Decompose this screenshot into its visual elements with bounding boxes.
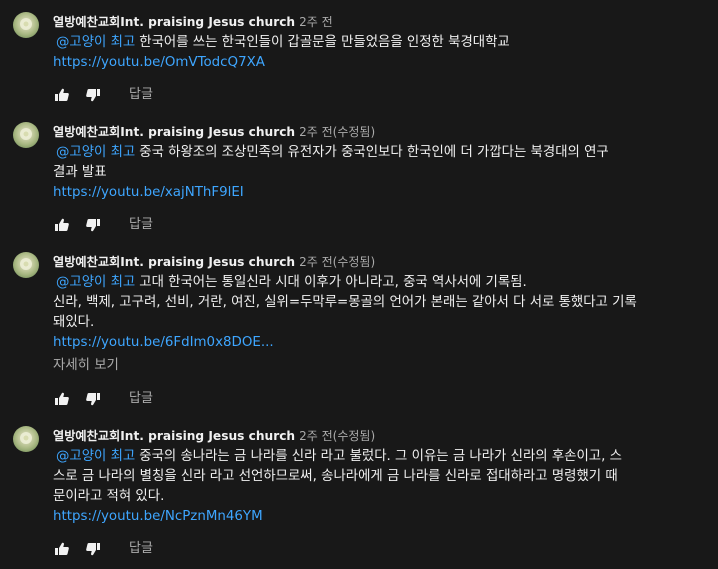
avatar[interactable] (13, 426, 39, 452)
avatar[interactable] (13, 252, 39, 278)
comment-timestamp[interactable]: 2주 전 (299, 15, 333, 29)
comment-line: 돼있다. (53, 315, 95, 330)
comment-timestamp[interactable]: 2주 전(수정됨) (299, 255, 375, 269)
comment-actions: 답글 (53, 389, 193, 409)
comment-line: 문이라고 적혀 있다. (53, 489, 165, 504)
comment-line: 고대 한국어는 통일신라 시대 이후가 아니라고, 중국 역사서에 기록됨. (139, 275, 527, 290)
mention-link[interactable]: @고양이 최고 (56, 145, 135, 160)
comment-header: 열방예찬교회Int. praising Jesus church 2주 전(수정됨… (53, 253, 375, 271)
comment-header: 열방예찬교회Int. praising Jesus church 2주 전(수정됨… (53, 427, 375, 445)
mention-link[interactable]: @고양이 최고 (56, 35, 135, 50)
mention-link[interactable]: @고양이 최고 (56, 275, 135, 290)
avatar[interactable] (13, 12, 39, 38)
comment-line: 스로 금 나라의 별칭을 신라 라고 선언하므로써, 송나라에게 금 나라를 신… (53, 469, 618, 484)
comment-actions: 답글 (53, 215, 193, 235)
reply-button[interactable]: 답글 (129, 215, 153, 235)
video-link[interactable]: https://youtu.be/xajNThF9lEI (53, 183, 244, 203)
comment-line: 중국의 송나라는 금 나라를 신라 라고 불렀다. 그 이유는 금 나라가 신라… (139, 449, 622, 464)
comment-text: @고양이 최고 한국어를 쓰는 한국인들이 갑골문을 만들었음을 인정한 북경대학… (53, 33, 693, 53)
video-link[interactable]: https://youtu.be/OmVTodcQ7XA (53, 53, 265, 73)
thumb-up-icon[interactable] (54, 541, 70, 557)
comment-line: 중국 하왕조의 조상민족의 유전자가 중국인보다 한국인에 더 가깝다는 북경대… (139, 145, 609, 160)
mention-link[interactable]: @고양이 최고 (56, 449, 135, 464)
thumb-down-icon[interactable] (85, 541, 101, 557)
read-more-button[interactable]: 자세히 보기 (53, 356, 119, 376)
comment-actions: 답글 (53, 85, 193, 105)
thumb-up-icon[interactable] (54, 217, 70, 233)
author-name[interactable]: 열방예찬교회Int. praising Jesus church (53, 125, 295, 139)
comment-line: 신라, 백제, 고구려, 선비, 거란, 여진, 실위=두막루=몽골의 언어가 … (53, 295, 637, 310)
author-name[interactable]: 열방예찬교회Int. praising Jesus church (53, 15, 295, 29)
comment-text: @고양이 최고 중국의 송나라는 금 나라를 신라 라고 불렀다. 그 이유는 금… (53, 447, 693, 507)
thumb-down-icon[interactable] (85, 391, 101, 407)
reply-button[interactable]: 답글 (129, 389, 153, 409)
author-name[interactable]: 열방예찬교회Int. praising Jesus church (53, 429, 295, 443)
comment-line: 결과 발표 (53, 165, 107, 180)
reply-button[interactable]: 답글 (129, 539, 153, 559)
comment-actions: 답글 (53, 539, 193, 559)
thumb-up-icon[interactable] (54, 87, 70, 103)
comment-header: 열방예찬교회Int. praising Jesus church 2주 전(수정됨… (53, 123, 375, 141)
thumb-up-icon[interactable] (54, 391, 70, 407)
thumb-down-icon[interactable] (85, 87, 101, 103)
comment-header: 열방예찬교회Int. praising Jesus church 2주 전 (53, 13, 333, 31)
video-link[interactable]: https://youtu.be/NcPznMn46YM (53, 507, 263, 527)
reply-button[interactable]: 답글 (129, 85, 153, 105)
video-link[interactable]: https://youtu.be/6FdIm0x8DOE... (53, 333, 274, 353)
comment-timestamp[interactable]: 2주 전(수정됨) (299, 125, 375, 139)
comment-text: @고양이 최고 고대 한국어는 통일신라 시대 이후가 아니라고, 중국 역사서에… (53, 273, 693, 333)
author-name[interactable]: 열방예찬교회Int. praising Jesus church (53, 255, 295, 269)
comment-timestamp[interactable]: 2주 전(수정됨) (299, 429, 375, 443)
thumb-down-icon[interactable] (85, 217, 101, 233)
comment-line: 한국어를 쓰는 한국인들이 갑골문을 만들었음을 인정한 북경대학교 (139, 35, 510, 50)
avatar[interactable] (13, 122, 39, 148)
comment-text: @고양이 최고 중국 하왕조의 조상민족의 유전자가 중국인보다 한국인에 더 가… (53, 143, 693, 183)
